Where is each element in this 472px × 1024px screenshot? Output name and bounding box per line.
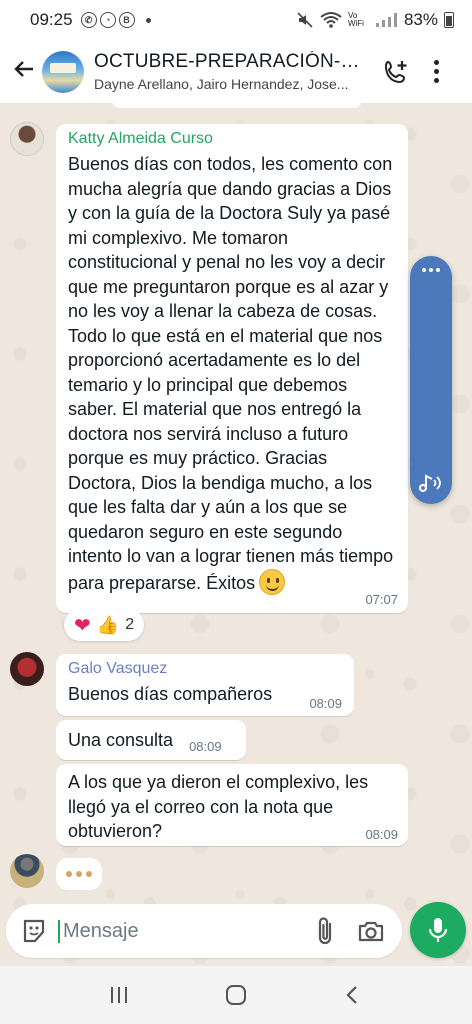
- message-bubble[interactable]: Galo Vasquez Buenos días compañeros 08:0…: [56, 654, 354, 716]
- sticker-icon[interactable]: [20, 917, 48, 945]
- thumbs-up-emoji-icon: 👍: [96, 614, 120, 635]
- avatar[interactable]: [10, 854, 44, 888]
- wifi-icon: [320, 12, 342, 28]
- message-time: 08:09: [309, 695, 342, 711]
- vowifi-label: Vo WiFi: [347, 11, 364, 28]
- chat-header: OCTUBRE-PREPARACIÓN-C... Dayne Arellano,…: [0, 40, 472, 104]
- message-bubble[interactable]: A los que ya dieron el complexivo, les l…: [56, 764, 408, 846]
- heart-emoji-icon: ❤: [74, 614, 91, 637]
- back-icon[interactable]: [333, 975, 373, 1015]
- smile-emoji-icon: [259, 568, 286, 595]
- whatsapp-business-notif-icon: ◔: [99, 12, 116, 28]
- audio-read-icon[interactable]: [410, 470, 452, 496]
- more-vert-icon[interactable]: [420, 54, 452, 90]
- mic-icon: [428, 918, 448, 942]
- mic-button[interactable]: [410, 902, 466, 958]
- attach-icon[interactable]: [312, 915, 340, 947]
- group-title: OCTUBRE-PREPARACIÓN-C...: [94, 51, 366, 72]
- message-text: Buenos días con todos, les comento con m…: [68, 154, 394, 593]
- status-time: 09:25: [30, 10, 73, 29]
- header-info[interactable]: OCTUBRE-PREPARACIÓN-C... Dayne Arellano,…: [94, 51, 366, 92]
- add-call-icon[interactable]: [378, 54, 414, 90]
- home-icon[interactable]: [216, 975, 256, 1015]
- message-bubble[interactable]: Katty Almeida Curso Buenos días con todo…: [56, 124, 408, 613]
- back-arrow-icon[interactable]: [6, 56, 42, 87]
- group-avatar[interactable]: [42, 50, 84, 93]
- group-members: Dayne Arellano, Jairo Hernandez, Jose...: [94, 76, 349, 92]
- signal-icon: [375, 13, 397, 27]
- floating-side-handle[interactable]: [410, 256, 452, 504]
- sender-name[interactable]: Galo Vasquez: [68, 660, 342, 678]
- message-bubble[interactable]: Una consulta 08:09: [56, 720, 246, 760]
- reactions-badge[interactable]: ❤ 👍 2: [64, 609, 145, 641]
- message-time: 07:07: [365, 592, 398, 607]
- status-bar: 09:25 ✆ ◔ B Vo WiFi 83%: [0, 0, 472, 40]
- more-notif-dot: [145, 17, 151, 23]
- avatar[interactable]: [10, 652, 44, 686]
- battery-icon: [444, 12, 454, 28]
- battery-percent: 83%: [403, 10, 438, 29]
- message-input[interactable]: [58, 919, 288, 943]
- system-nav-bar: [0, 966, 472, 1024]
- message-time: 08:09: [189, 739, 222, 754]
- message-composer: [6, 904, 402, 958]
- sender-name[interactable]: Katty Almeida Curso: [68, 130, 396, 148]
- message-text: Buenos días compañeros: [68, 684, 273, 704]
- recents-icon[interactable]: [99, 975, 139, 1015]
- avatar[interactable]: [10, 122, 44, 156]
- message-time: 08:09: [365, 827, 398, 842]
- message-text: Una consulta: [68, 729, 174, 750]
- b-notif-icon: B: [118, 12, 135, 28]
- whatsapp-notif-icon: ✆: [80, 12, 97, 28]
- message-text: A los que ya dieron el complexivo, les l…: [68, 772, 369, 841]
- reactions-count: 2: [125, 616, 135, 633]
- mute-icon: [297, 12, 313, 28]
- more-horiz-icon[interactable]: [410, 268, 452, 272]
- previous-message-peek: [112, 96, 362, 108]
- typing-indicator: [56, 858, 102, 890]
- camera-icon[interactable]: [356, 916, 386, 946]
